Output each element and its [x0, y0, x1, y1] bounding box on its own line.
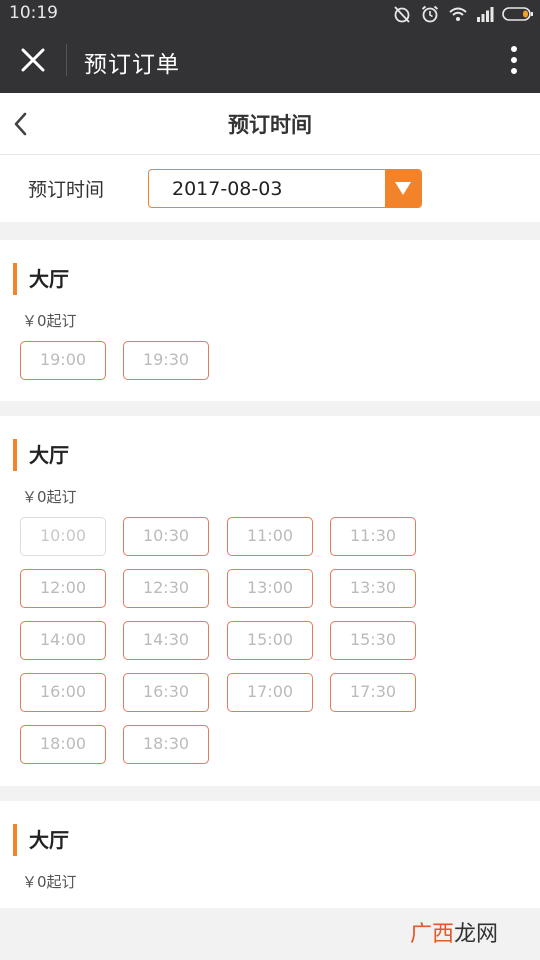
time-slot[interactable]: 13:00: [227, 569, 313, 608]
time-slot[interactable]: 11:00: [227, 517, 313, 556]
section-price: ￥0起订: [22, 488, 77, 506]
top-bar: 预订订单: [0, 27, 540, 93]
date-label: 预订时间: [28, 179, 105, 201]
sub-header-title: 预订时间: [228, 113, 312, 137]
time-slot[interactable]: 12:00: [20, 569, 106, 608]
time-slot[interactable]: 10:30: [123, 517, 209, 556]
time-slot: 10:00: [20, 517, 106, 556]
wifi-icon: [448, 5, 468, 23]
status-bar: 10:19: [0, 0, 540, 27]
time-slot[interactable]: 17:00: [227, 673, 313, 712]
section-price: ￥0起订: [22, 873, 77, 891]
page-title: 预订订单: [84, 52, 180, 78]
topbar-divider: [66, 44, 67, 76]
dropdown-triangle-icon[interactable]: [385, 170, 421, 207]
time-slot[interactable]: 16:00: [20, 673, 106, 712]
time-slot[interactable]: 14:30: [123, 621, 209, 660]
time-slot[interactable]: 18:30: [123, 725, 209, 764]
alarm-off-icon: [392, 4, 412, 24]
venue-section: 大厅 ￥0起订: [0, 801, 540, 908]
status-time: 10:19: [9, 3, 58, 23]
status-icons: [392, 4, 534, 24]
time-slot[interactable]: 12:30: [123, 569, 209, 608]
date-row: 预订时间 2017-08-03: [0, 155, 540, 222]
alarm-clock-icon: [420, 4, 440, 24]
time-slot[interactable]: 13:30: [330, 569, 416, 608]
section-title: 大厅: [13, 824, 69, 856]
sub-header: 预订时间: [0, 93, 540, 155]
watermark: 广西 龙网: [410, 916, 498, 948]
time-slot[interactable]: 19:30: [123, 341, 209, 380]
battery-icon: [502, 6, 534, 22]
section-price: ￥0起订: [22, 312, 77, 330]
section-title: 大厅: [13, 263, 69, 295]
more-vertical-icon[interactable]: [510, 45, 518, 75]
time-slot[interactable]: 19:00: [20, 341, 106, 380]
time-slot[interactable]: 16:30: [123, 673, 209, 712]
time-slot[interactable]: 15:30: [330, 621, 416, 660]
time-slot[interactable]: 14:00: [20, 621, 106, 660]
time-slot[interactable]: 15:00: [227, 621, 313, 660]
close-icon[interactable]: [18, 45, 48, 75]
watermark-part2: 龙网: [454, 922, 499, 947]
section-title: 大厅: [13, 439, 69, 471]
signal-icon: [476, 6, 494, 22]
watermark-part1: 广西: [410, 922, 455, 947]
date-value: 2017-08-03: [172, 178, 283, 200]
venue-section: 大厅 ￥0起订 10:00 10:30 11:00 11:30 12:00 12…: [0, 416, 540, 786]
time-slot[interactable]: 11:30: [330, 517, 416, 556]
date-select[interactable]: 2017-08-03: [148, 169, 422, 208]
time-slot[interactable]: 18:00: [20, 725, 106, 764]
venue-section: 大厅 ￥0起订 19:00 19:30: [0, 240, 540, 401]
time-slot[interactable]: 17:30: [330, 673, 416, 712]
